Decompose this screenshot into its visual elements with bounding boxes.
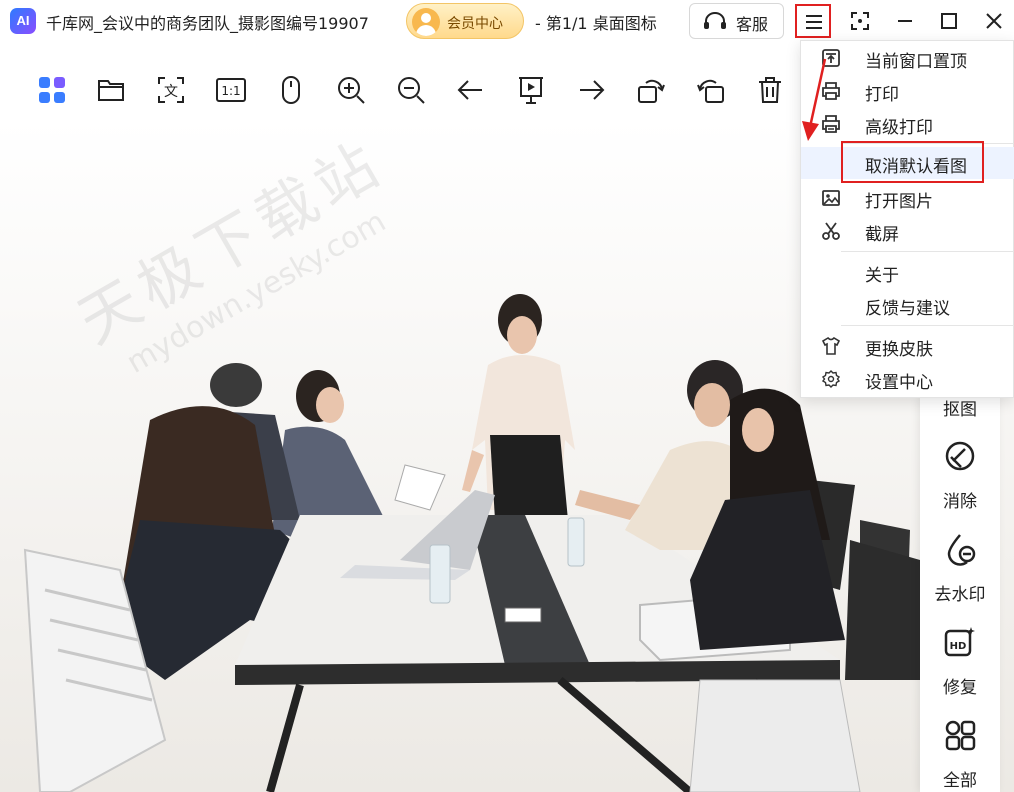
rotate-right-button[interactable] (693, 72, 729, 108)
side-tool-label: 修复 (943, 678, 977, 698)
member-center-label: 会员中心 (447, 16, 503, 32)
menu-item-about[interactable]: 关于 (801, 256, 1014, 288)
arrow-right-icon (580, 80, 605, 100)
svg-text:文: 文 (164, 84, 178, 100)
minimize-icon (898, 20, 912, 22)
rotate-left-button[interactable] (633, 72, 669, 108)
svg-text:HD: HD (950, 641, 967, 652)
menu-item-label: 关于 (865, 266, 899, 286)
ocr-text-button[interactable]: 文 (153, 72, 189, 108)
customer-service-button[interactable]: 客服 (689, 3, 784, 39)
side-tool-label: 抠图 (943, 400, 977, 420)
previous-button[interactable] (453, 72, 489, 108)
menu-divider (841, 325, 1014, 326)
menu-item-label: 打开图片 (865, 192, 933, 212)
side-tool-all[interactable]: 全部 (920, 718, 1000, 792)
menu-item-label: 反馈与建议 (865, 299, 950, 319)
customer-service-label: 客服 (736, 15, 769, 34)
presentation-icon (519, 77, 543, 104)
window-title-suffix: - 第1/1 桌面图标 (535, 14, 657, 33)
side-tool-label: 全部 (943, 771, 977, 791)
mouse-icon (282, 76, 300, 104)
app-logo: AI (10, 8, 36, 34)
open-folder-button[interactable] (93, 72, 129, 108)
grid-icon (39, 77, 65, 103)
slideshow-button[interactable] (513, 72, 549, 108)
arrow-left-icon (457, 80, 482, 100)
settings-gear-icon (822, 370, 840, 388)
menu-item-label: 设置中心 (865, 373, 933, 393)
member-center-button[interactable]: 会员中心 (406, 3, 524, 39)
shirt-icon (822, 337, 840, 355)
svg-text:1:1: 1:1 (221, 84, 240, 98)
menu-item-pin-top[interactable]: 当前窗口置顶 (801, 42, 1014, 74)
side-tool-label: 消除 (943, 492, 977, 512)
menu-item-settings[interactable]: 设置中心 (801, 363, 1014, 395)
main-menu-button[interactable] (795, 4, 831, 38)
close-icon (986, 13, 1002, 29)
side-tool-eraser[interactable]: 消除 (920, 439, 1000, 531)
image-viewer-app: AI 千库网_会议中的商务团队_摄影图编号19907 - 第1/1 桌面图标 会… (0, 0, 1014, 792)
actual-size-button[interactable]: 1:1 (212, 72, 248, 108)
menu-item-feedback[interactable]: 反馈与建议 (801, 289, 1014, 321)
image-toolbar: 文 1:1 (0, 62, 800, 118)
user-avatar-icon (412, 8, 440, 36)
menu-divider (841, 251, 1014, 252)
menu-item-advanced-print[interactable]: 高级打印 (801, 108, 1014, 140)
side-tool-panel: 抠图 消除 去水印 HD 修复 全部 (920, 395, 1000, 792)
menu-item-print[interactable]: 打印 (801, 75, 1014, 107)
image-icon (822, 190, 840, 206)
zoom-out-icon (398, 77, 425, 104)
menu-item-label: 当前窗口置顶 (865, 52, 967, 72)
main-menu-dropdown: 当前窗口置顶 打印 高级打印 取消默认看图 打开图片 截屏 关于 反馈与建议 更… (800, 40, 1014, 398)
delete-button[interactable] (752, 72, 788, 108)
watermark-remove-icon (947, 534, 976, 566)
minimize-button[interactable] (887, 4, 923, 38)
annotation-highlight-box (841, 141, 984, 183)
title-bar: AI 千库网_会议中的商务团队_摄影图编号19907 - 第1/1 桌面图标 会… (0, 0, 1014, 42)
window-title: 千库网_会议中的商务团队_摄影图编号19907 (46, 14, 369, 33)
folder-icon (98, 80, 124, 101)
next-button[interactable] (573, 72, 609, 108)
rotate-left-icon (638, 79, 665, 103)
close-button[interactable] (976, 4, 1012, 38)
annotation-arrow-icon (802, 58, 827, 141)
all-apps-icon (945, 720, 976, 751)
maximize-button[interactable] (931, 4, 967, 38)
fullscreen-button[interactable] (842, 4, 878, 38)
one-to-one-icon: 1:1 (216, 78, 246, 102)
menu-item-label: 更换皮肤 (865, 340, 933, 360)
zoom-out-button[interactable] (393, 72, 429, 108)
side-tool-hd-repair[interactable]: HD 修复 (920, 625, 1000, 717)
zoom-in-button[interactable] (333, 72, 369, 108)
thumbnails-button[interactable] (34, 72, 70, 108)
hd-repair-icon: HD (944, 627, 975, 657)
zoom-in-icon (338, 77, 365, 104)
menu-item-open-image[interactable]: 打开图片 (801, 182, 1014, 214)
menu-item-screenshot[interactable]: 截屏 (801, 215, 1014, 247)
text-scan-icon: 文 (158, 77, 184, 103)
rotate-right-icon (697, 79, 724, 103)
trash-icon (759, 77, 781, 103)
hamburger-menu-icon (806, 15, 822, 29)
headset-icon (704, 12, 726, 29)
mouse-mode-button[interactable] (273, 72, 309, 108)
menu-item-change-skin[interactable]: 更换皮肤 (801, 330, 1014, 362)
menu-item-label: 打印 (865, 85, 899, 105)
side-tool-label: 去水印 (934, 585, 986, 605)
side-tool-watermark-remove[interactable]: 去水印 (920, 532, 1000, 624)
scissors-icon (822, 222, 840, 240)
maximize-icon (941, 13, 957, 29)
eraser-icon (945, 441, 975, 471)
menu-item-label: 高级打印 (865, 118, 933, 138)
menu-item-label: 截屏 (865, 225, 899, 245)
fullscreen-icon (851, 12, 869, 30)
